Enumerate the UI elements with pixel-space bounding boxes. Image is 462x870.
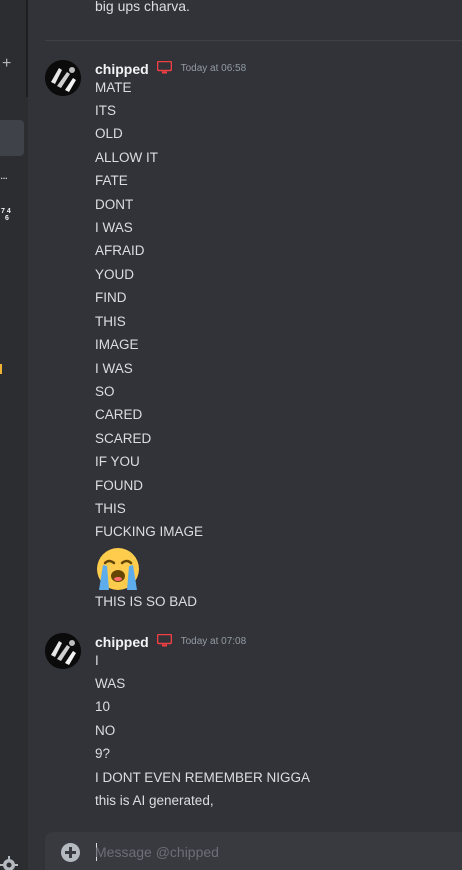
- message-line: WAS: [95, 676, 126, 691]
- message-line: this is AI generated,: [95, 793, 214, 808]
- message-timestamp: Today at 06:58: [180, 63, 247, 75]
- avatar[interactable]: [45, 60, 81, 96]
- message-header: chipped Today at 07:08: [95, 633, 246, 653]
- message-line: FUCKING IMAGE: [95, 524, 204, 539]
- message-line: NO: [95, 723, 116, 738]
- message-input[interactable]: [95, 839, 455, 865]
- message-composer: [45, 832, 462, 870]
- message-line: 10: [95, 699, 111, 714]
- message-line: ITS: [95, 103, 117, 118]
- message-line: ALLOW IT: [95, 150, 159, 165]
- sidebar-badge-secondary: 6: [5, 215, 9, 222]
- message-line: OLD: [95, 126, 123, 141]
- message-line: MATE: [95, 80, 132, 95]
- message-line: SCARED: [95, 431, 152, 446]
- message-line: 9?: [95, 746, 111, 761]
- message-divider: [45, 40, 462, 41]
- message-line: IF YOU: [95, 454, 140, 469]
- message-line: YOUD: [95, 267, 135, 282]
- username[interactable]: chipped: [95, 634, 149, 650]
- app-root: + ... 7 4 6 big ups charva. chipped Toda…: [0, 0, 462, 870]
- message-line: I DONT EVEN REMEMBER NIGGA: [95, 770, 311, 785]
- avatar-image-icon: [45, 633, 81, 669]
- message-line: I: [95, 653, 99, 668]
- message-line: THIS: [95, 501, 126, 516]
- sidebar-badge: 7 4: [1, 208, 11, 215]
- username[interactable]: chipped: [95, 61, 149, 77]
- message-line: I WAS: [95, 361, 133, 376]
- desktop-icon: [157, 61, 173, 74]
- message-line: FATE: [95, 173, 128, 188]
- message-line: SO: [95, 384, 115, 399]
- add-dm-icon[interactable]: +: [2, 56, 11, 72]
- message-line: FIND: [95, 290, 127, 305]
- loudly-crying-face-icon[interactable]: [95, 546, 141, 592]
- message-line: I WAS: [95, 220, 133, 235]
- avatar[interactable]: [45, 633, 81, 669]
- message-line: DONT: [95, 197, 134, 212]
- previous-message-text: big ups charva.: [95, 0, 190, 14]
- chat-area: big ups charva. chipped Today at 06:58 M…: [28, 0, 462, 870]
- server-sidebar: + ... 7 4 6: [0, 0, 28, 870]
- sidebar-status-marker: [0, 364, 2, 374]
- desktop-icon: [157, 634, 173, 647]
- sidebar-item-overflow[interactable]: ...: [0, 168, 8, 182]
- message-header: chipped Today at 06:58: [95, 60, 246, 80]
- avatar-image-icon: [45, 60, 81, 96]
- add-attachment-icon[interactable]: [61, 843, 80, 862]
- message-line: CARED: [95, 407, 143, 422]
- message-line: FOUND: [95, 478, 143, 493]
- message-line: AFRAID: [95, 243, 145, 258]
- message-line: THIS IS SO BAD: [95, 594, 198, 609]
- sidebar-item-active-dm[interactable]: [0, 120, 24, 156]
- message-line: IMAGE: [95, 337, 139, 352]
- settings-gear-icon[interactable]: [0, 856, 18, 870]
- message-timestamp: Today at 07:08: [180, 636, 247, 648]
- message-line: THIS: [95, 314, 126, 329]
